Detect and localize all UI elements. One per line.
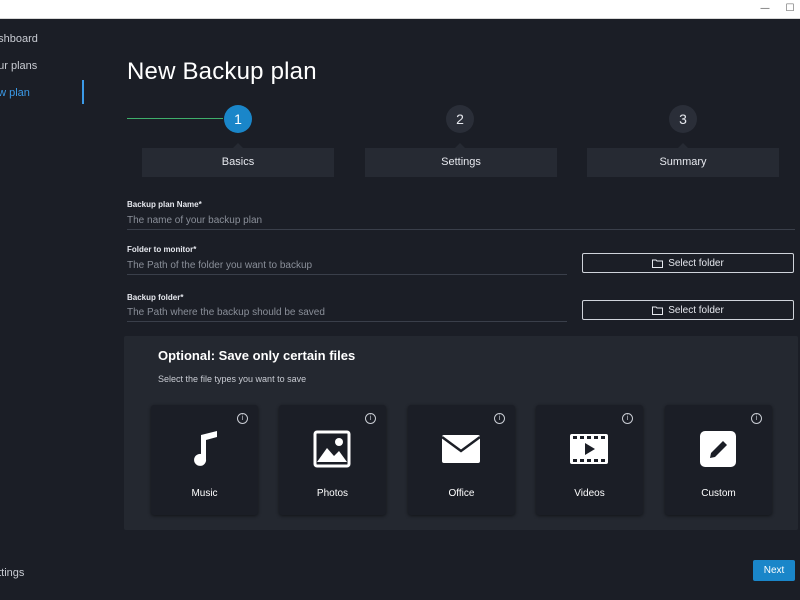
sidebar-item-new-plan[interactable]: ew plan <box>0 82 102 104</box>
maximize-button[interactable]: ☐ <box>779 0 800 18</box>
folder-icon <box>652 306 664 315</box>
step-2-card[interactable]: Settings <box>365 148 557 177</box>
file-type-label: Music <box>191 488 218 499</box>
sidebar-item-your-plans[interactable]: our plans <box>0 55 102 77</box>
file-type-card-videos[interactable]: i Videos <box>536 405 643 515</box>
envelope-icon <box>441 435 481 463</box>
minimize-button[interactable]: — <box>754 0 776 18</box>
select-folder-label: Select folder <box>668 305 724 316</box>
file-type-label: Custom <box>701 488 736 499</box>
file-type-label: Office <box>448 488 475 499</box>
monitor-folder-label: Folder to monitor* <box>127 245 197 254</box>
step-2-circle[interactable]: 2 <box>446 105 474 133</box>
select-backup-folder-button[interactable]: Select folder <box>582 300 794 320</box>
info-icon[interactable]: i <box>237 413 248 424</box>
select-monitor-folder-button[interactable]: Select folder <box>582 253 794 273</box>
page-title: New Backup plan <box>127 58 317 85</box>
backup-folder-label: Backup folder* <box>127 293 184 302</box>
folder-icon <box>652 259 664 268</box>
file-type-label: Photos <box>316 488 349 499</box>
window-title-bar: — ☐ <box>0 0 800 19</box>
pencil-icon <box>700 431 736 467</box>
active-nav-indicator <box>82 80 84 104</box>
sidebar-item-settings[interactable]: ettings <box>0 567 24 579</box>
sidebar: ashboard our plans ew plan ettings <box>0 18 100 600</box>
step-1-card[interactable]: Basics <box>142 148 334 177</box>
step-1-circle[interactable]: 1 <box>224 105 252 133</box>
video-icon <box>570 434 608 464</box>
file-type-card-music[interactable]: i Music <box>151 405 258 515</box>
monitor-folder-input[interactable] <box>127 256 567 275</box>
optional-file-types-panel: Optional: Save only certain files Select… <box>124 336 798 530</box>
step-3-card[interactable]: Summary <box>587 148 779 177</box>
music-note-icon <box>194 431 217 466</box>
plan-name-input[interactable] <box>127 211 795 230</box>
photo-icon <box>313 430 351 468</box>
info-icon[interactable]: i <box>494 413 505 424</box>
step-progress-line <box>127 118 223 119</box>
file-type-card-office[interactable]: i Office <box>408 405 515 515</box>
select-folder-label: Select folder <box>668 258 724 269</box>
next-button[interactable]: Next <box>753 560 795 581</box>
info-icon[interactable]: i <box>622 413 633 424</box>
file-type-label: Videos <box>574 488 605 499</box>
file-type-card-photos[interactable]: i Photos <box>279 405 386 515</box>
info-icon[interactable]: i <box>365 413 376 424</box>
file-type-card-custom[interactable]: i Custom <box>665 405 772 515</box>
optional-subtitle: Select the file types you want to save <box>158 374 307 384</box>
step-3-circle[interactable]: 3 <box>669 105 697 133</box>
sidebar-item-dashboard[interactable]: ashboard <box>0 28 102 50</box>
optional-title: Optional: Save only certain files <box>158 348 356 363</box>
info-icon[interactable]: i <box>751 413 762 424</box>
plan-name-label: Backup plan Name* <box>127 200 202 209</box>
backup-folder-input[interactable] <box>127 303 567 322</box>
